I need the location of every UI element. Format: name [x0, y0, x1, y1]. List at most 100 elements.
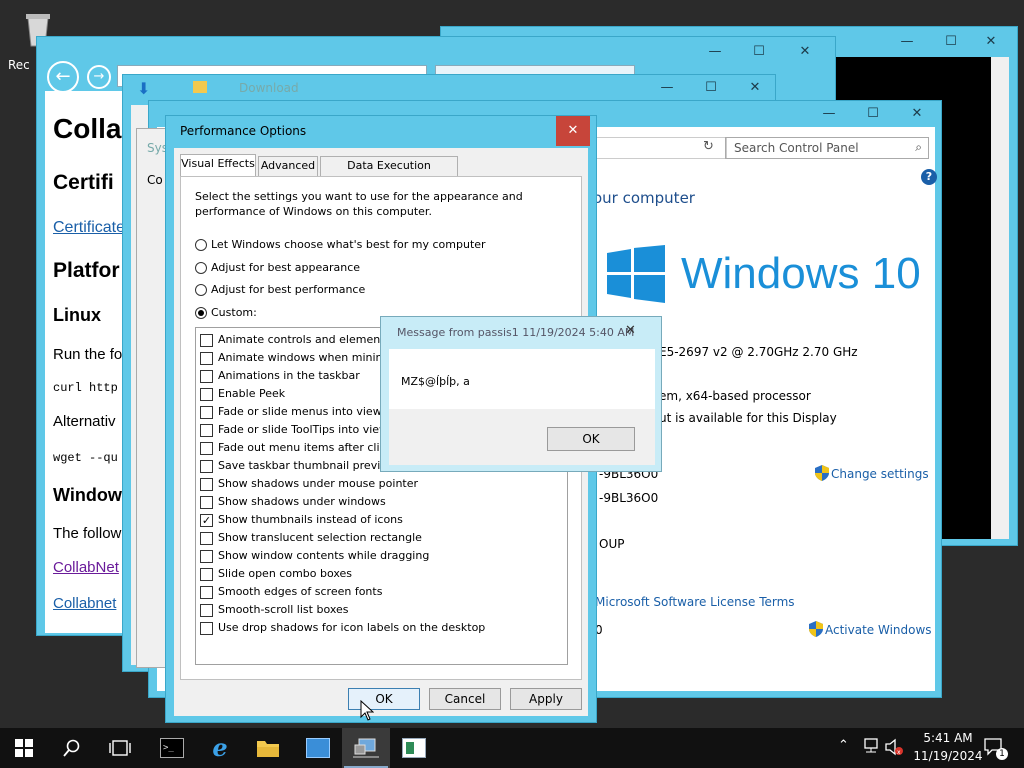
- windows-10-logo-text: Windows 10: [681, 249, 921, 298]
- radio-option[interactable]: Let Windows choose what's best for my co…: [195, 237, 575, 255]
- explorer-maximize-button[interactable]: ☐: [689, 77, 733, 99]
- browser-close-button[interactable]: ✕: [783, 41, 827, 63]
- list-item[interactable]: Show window contents while dragging: [196, 548, 568, 566]
- tab-advanced[interactable]: Advanced: [258, 156, 318, 176]
- server-manager-icon[interactable]: [294, 728, 342, 768]
- checkbox[interactable]: [200, 604, 213, 617]
- list-item-label: Slide open combo boxes: [218, 567, 353, 580]
- checkbox[interactable]: [200, 370, 213, 383]
- help-icon[interactable]: ?: [921, 169, 937, 185]
- list-item[interactable]: Smooth-scroll list boxes: [196, 602, 568, 620]
- system-close-button[interactable]: ✕: [895, 103, 939, 125]
- checkbox[interactable]: [200, 550, 213, 563]
- radio-circle[interactable]: [195, 284, 207, 296]
- system-properties-tab[interactable]: Co: [147, 173, 163, 187]
- start-button-icon[interactable]: [0, 728, 48, 768]
- list-item[interactable]: Slide open combo boxes: [196, 566, 568, 584]
- browser-minimize-button[interactable]: —: [693, 41, 737, 63]
- browser-maximize-button[interactable]: ☐: [737, 41, 781, 63]
- mouse-cursor-icon: [360, 699, 375, 725]
- collabnet-link-2[interactable]: Collabnet: [53, 595, 116, 612]
- checkbox[interactable]: [200, 478, 213, 491]
- tab-data-execution-prevention[interactable]: Data Execution Prevention: [320, 156, 458, 190]
- volume-muted-icon[interactable]: x: [884, 738, 904, 756]
- checkbox[interactable]: [200, 442, 213, 455]
- list-item-label: Fade or slide ToolTips into view: [218, 423, 389, 436]
- pen-touch-value: ut is available for this Display: [659, 411, 837, 425]
- license-terms-link[interactable]: Microsoft Software License Terms: [595, 595, 795, 609]
- forward-arrow-icon[interactable]: →: [87, 65, 111, 89]
- radio-label: Let Windows choose what's best for my co…: [211, 238, 486, 251]
- clock-time[interactable]: 5:41 AM: [916, 731, 980, 745]
- checkbox[interactable]: [200, 352, 213, 365]
- radio-label: Custom:: [211, 305, 257, 319]
- system-heading: our computer: [593, 189, 695, 207]
- list-item-label: Show window contents while dragging: [218, 549, 430, 562]
- list-item[interactable]: Show shadows under mouse pointer: [196, 476, 568, 494]
- network-tray-icon[interactable]: [862, 738, 880, 754]
- checkbox[interactable]: [200, 622, 213, 635]
- control-panel-icon[interactable]: [390, 728, 438, 768]
- radio-option[interactable]: Adjust for best appearance: [195, 260, 575, 278]
- workgroup-value: OUP: [599, 537, 625, 551]
- checkbox[interactable]: [200, 586, 213, 599]
- list-item[interactable]: Show shadows under windows: [196, 494, 568, 512]
- list-item[interactable]: Show translucent selection rectangle: [196, 530, 568, 548]
- minimize-button[interactable]: —: [885, 31, 929, 53]
- dialog-close-button[interactable]: ✕: [556, 116, 590, 146]
- show-hidden-icons[interactable]: ⌃: [838, 738, 849, 753]
- checkbox[interactable]: [200, 406, 213, 419]
- checkbox-checked[interactable]: ✓: [200, 514, 213, 527]
- checkbox[interactable]: [200, 424, 213, 437]
- ok-button[interactable]: OK: [348, 688, 420, 710]
- tab-visual-effects[interactable]: Visual Effects: [180, 154, 256, 176]
- checkbox[interactable]: [200, 496, 213, 509]
- message-ok-button[interactable]: OK: [547, 427, 635, 451]
- change-settings-link[interactable]: Change settings: [831, 467, 929, 481]
- search-taskbar-icon[interactable]: [48, 728, 96, 768]
- radio-label: Adjust for best appearance: [211, 260, 361, 274]
- checkbox[interactable]: [200, 334, 213, 347]
- file-explorer-icon[interactable]: [244, 728, 292, 768]
- system-minimize-button[interactable]: —: [807, 103, 851, 125]
- system-maximize-button[interactable]: ☐: [851, 103, 895, 125]
- activate-windows-link[interactable]: Activate Windows: [825, 623, 932, 637]
- network-app-icon[interactable]: [342, 728, 390, 768]
- internet-explorer-icon[interactable]: e: [196, 728, 244, 768]
- radio-circle[interactable]: [195, 261, 207, 274]
- explorer-title: Download: [239, 81, 299, 95]
- radio-circle[interactable]: [195, 306, 207, 319]
- checkbox[interactable]: [200, 532, 213, 545]
- page-subheading-linux: Linux: [53, 305, 101, 325]
- folder-icon: [193, 81, 207, 93]
- explorer-close-button[interactable]: ✕: [733, 77, 777, 99]
- list-item-label: Save taskbar thumbnail previews: [218, 459, 402, 472]
- checkbox[interactable]: [200, 388, 213, 401]
- radio-circle[interactable]: [195, 239, 207, 251]
- list-item[interactable]: Use drop shadows for icon labels on the …: [196, 620, 568, 638]
- activate-shield-icon: [809, 621, 823, 637]
- apply-button[interactable]: Apply: [510, 688, 582, 710]
- cmd-taskbar-icon[interactable]: >_: [148, 728, 196, 768]
- terminal-scrollbar[interactable]: [991, 57, 1009, 539]
- search-control-panel[interactable]: Search Control Panel ⌕: [725, 137, 929, 159]
- refresh-icon[interactable]: ↻: [703, 139, 714, 154]
- collabnet-link[interactable]: CollabNet: [53, 559, 119, 576]
- close-button[interactable]: ✕: [969, 31, 1013, 53]
- processor-value: E5-2697 v2 @ 2.70GHz 2.70 GHz: [659, 345, 858, 359]
- radio-option[interactable]: Adjust for best performance: [195, 282, 575, 300]
- clock-date[interactable]: 11/19/2024: [908, 749, 988, 763]
- message-dialog[interactable]: Message from passis1 11/19/2024 5:40 AM …: [380, 316, 662, 472]
- cancel-button[interactable]: Cancel: [429, 688, 501, 710]
- checkbox[interactable]: [200, 460, 213, 473]
- certificate-link[interactable]: Certificate: [53, 219, 125, 237]
- task-view-icon[interactable]: [96, 728, 144, 768]
- explorer-minimize-button[interactable]: —: [645, 77, 689, 99]
- back-arrow-icon[interactable]: ←: [47, 61, 79, 93]
- message-close-button[interactable]: ✕: [625, 323, 636, 338]
- checkbox[interactable]: [200, 568, 213, 581]
- maximize-button[interactable]: ☐: [929, 31, 973, 53]
- list-item[interactable]: Smooth edges of screen fonts: [196, 584, 568, 602]
- list-item-label: Animations in the taskbar: [218, 369, 360, 382]
- list-item[interactable]: ✓ Show thumbnails instead of icons: [196, 512, 568, 530]
